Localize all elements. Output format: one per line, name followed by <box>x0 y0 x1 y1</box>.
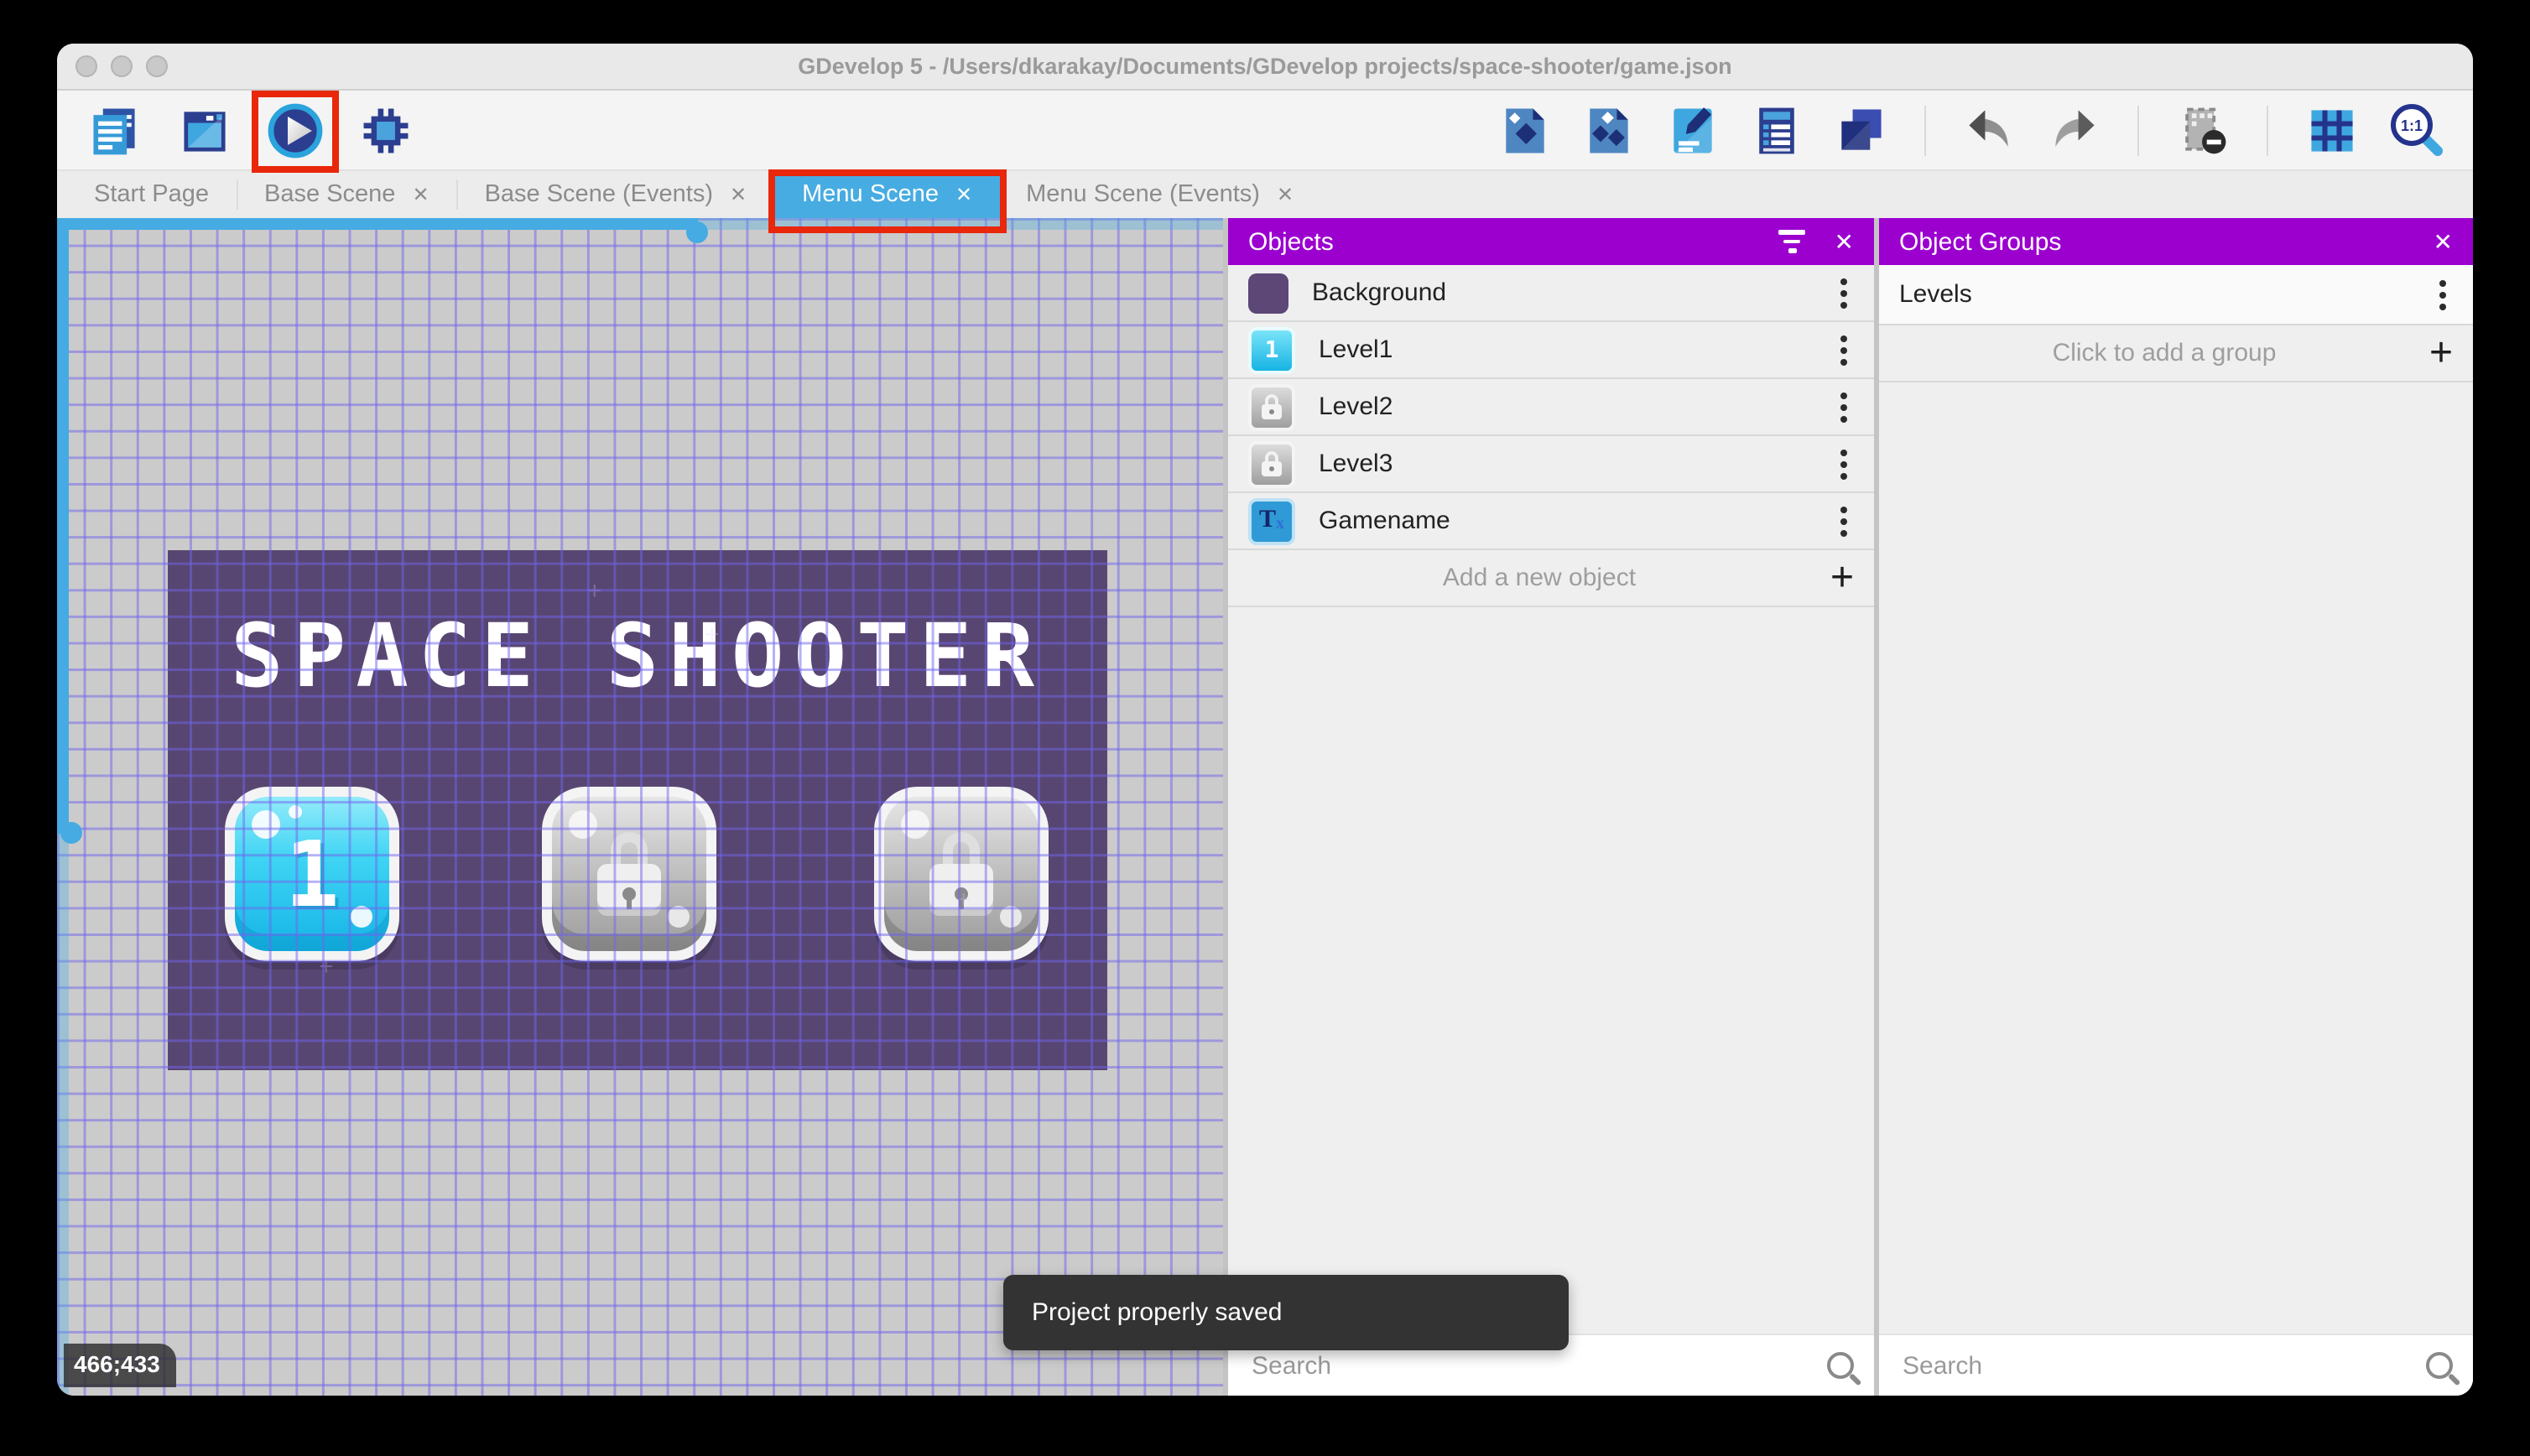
object-groups-editor-button[interactable] <box>1575 96 1642 164</box>
object-row-level1[interactable]: 1 Level1 <box>1228 322 1874 379</box>
level2-locked-button-instance[interactable] <box>542 787 716 961</box>
debugger-bug-icon <box>357 101 414 159</box>
search-icon <box>2426 1352 2453 1379</box>
object-row-background[interactable]: Background <box>1228 265 1874 322</box>
close-panel-icon[interactable]: ✕ <box>1835 227 1854 256</box>
object-groups-panel: Object Groups ✕ Levels Click to add a gr… <box>1879 218 2473 1396</box>
lock-icon <box>884 797 1039 951</box>
close-tab-icon[interactable]: ✕ <box>955 183 972 206</box>
plus-icon[interactable]: + <box>2429 333 2453 373</box>
kebab-menu-icon[interactable] <box>1840 517 1847 524</box>
horizontal-scroll-knob[interactable] <box>686 221 708 243</box>
zoom-1-1-icon: 1:1 <box>2386 100 2446 160</box>
tab-start-page[interactable]: Start Page <box>67 171 236 218</box>
scene-canvas[interactable]: SPACE SHOOTER + + + + 1 <box>57 218 1223 1396</box>
main-toolbar: 1:1 <box>57 91 2473 171</box>
debugger-button[interactable] <box>352 96 419 164</box>
save-toast: Project properly saved <box>1003 1275 1569 1350</box>
groups-search-input[interactable] <box>1899 1349 2426 1381</box>
preview-play-button[interactable] <box>262 96 329 164</box>
layers-icon <box>1832 101 1889 159</box>
group-row-levels[interactable]: Levels <box>1879 265 2473 325</box>
project-manager-icon <box>86 101 143 159</box>
object-groups-panel-header: Object Groups ✕ <box>1879 218 2473 265</box>
vertical-scroll-knob[interactable] <box>60 822 82 844</box>
groups-search-bar <box>1879 1334 2473 1396</box>
window-mask-button[interactable] <box>2169 96 2236 164</box>
scene-title-text-instance[interactable]: SPACE SHOOTER <box>168 607 1107 708</box>
undo-button[interactable] <box>1956 96 2023 164</box>
instances-list-icon <box>1748 101 1805 159</box>
layers-editor-button[interactable] <box>1827 96 1894 164</box>
lock-icon <box>552 797 706 951</box>
objects-panel-title: Objects <box>1248 227 1778 256</box>
gamename-text-thumbnail: Tx <box>1248 497 1295 544</box>
objects-panel-header: Objects ✕ <box>1228 218 1874 265</box>
redo-icon <box>2045 101 2102 159</box>
project-manager-button[interactable] <box>81 96 148 164</box>
scene-editor-button[interactable] <box>171 96 238 164</box>
toast-message: Project properly saved <box>1032 1298 1283 1327</box>
objects-search-input[interactable] <box>1248 1349 1827 1381</box>
svg-text:1:1: 1:1 <box>2401 117 2423 133</box>
search-icon <box>1827 1352 1854 1379</box>
properties-pencil-icon <box>1664 101 1721 159</box>
kebab-menu-icon[interactable] <box>1840 403 1847 410</box>
objects-editor-icon <box>1497 101 1554 159</box>
kebab-menu-icon[interactable] <box>1840 460 1847 467</box>
tab-base-scene[interactable]: Base Scene ✕ <box>237 171 456 218</box>
tab-menu-scene[interactable]: Menu Scene ✕ <box>775 171 999 218</box>
horizontal-scrollbar[interactable] <box>57 218 1223 230</box>
level3-locked-button-instance[interactable] <box>874 787 1049 961</box>
properties-button[interactable] <box>1659 96 1726 164</box>
background-thumbnail <box>1248 273 1288 313</box>
undo-icon <box>1961 101 2018 159</box>
kebab-menu-icon[interactable] <box>2439 291 2446 298</box>
level1-button-instance[interactable]: 1 <box>225 787 399 961</box>
game-scene-viewport: SPACE SHOOTER + + + + 1 <box>168 550 1107 1070</box>
object-groups-panel-title: Object Groups <box>1899 227 2434 256</box>
close-tab-icon[interactable]: ✕ <box>1277 183 1294 206</box>
filter-icon[interactable] <box>1778 230 1808 253</box>
grid-icon <box>2304 101 2361 159</box>
object-groups-editor-icon <box>1580 101 1637 159</box>
plus-icon[interactable]: + <box>1830 558 1854 598</box>
editor-tabbar: Start Page Base Scene ✕ Base Scene (Even… <box>57 171 2473 218</box>
level1-thumbnail: 1 <box>1248 326 1295 373</box>
tab-base-scene-events[interactable]: Base Scene (Events) ✕ <box>458 171 774 218</box>
level2-thumbnail <box>1248 383 1295 430</box>
close-tab-icon[interactable]: ✕ <box>412 183 429 206</box>
objects-panel: Objects ✕ Background 1 Level1 <box>1228 218 1874 1396</box>
tab-menu-scene-events[interactable]: Menu Scene (Events) ✕ <box>999 171 1320 218</box>
object-row-level3[interactable]: Level3 <box>1228 436 1874 493</box>
play-icon <box>265 100 325 160</box>
close-tab-icon[interactable]: ✕ <box>730 183 747 206</box>
level3-thumbnail <box>1248 440 1295 487</box>
kebab-menu-icon[interactable] <box>1840 346 1847 353</box>
app-window: GDevelop 5 - /Users/dkarakay/Documents/G… <box>57 44 2473 1396</box>
window-title: GDevelop 5 - /Users/dkarakay/Documents/G… <box>57 54 2473 79</box>
screen: GDevelop 5 - /Users/dkarakay/Documents/G… <box>0 0 2530 1456</box>
kebab-menu-icon[interactable] <box>1840 289 1847 296</box>
window-mask-icon <box>2174 101 2231 159</box>
cursor-coordinates-badge: 466;433 <box>64 1344 177 1387</box>
zoom-reset-button[interactable]: 1:1 <box>2382 96 2449 164</box>
scene-window-icon <box>176 101 233 159</box>
editor-content: SPACE SHOOTER + + + + 1 <box>57 218 2473 1396</box>
add-group-row[interactable]: Click to add a group + <box>1879 325 2473 382</box>
object-row-gamename[interactable]: Tx Gamename <box>1228 493 1874 550</box>
vertical-scrollbar[interactable] <box>57 218 69 1396</box>
redo-button[interactable] <box>2040 96 2107 164</box>
objects-editor-button[interactable] <box>1491 96 1559 164</box>
title-bar: GDevelop 5 - /Users/dkarakay/Documents/G… <box>57 44 2473 91</box>
close-panel-icon[interactable]: ✕ <box>2434 227 2453 256</box>
add-new-object-row[interactable]: Add a new object + <box>1228 550 1874 607</box>
toggle-grid-button[interactable] <box>2298 96 2366 164</box>
instances-list-button[interactable] <box>1743 96 1810 164</box>
object-row-level2[interactable]: Level2 <box>1228 379 1874 436</box>
